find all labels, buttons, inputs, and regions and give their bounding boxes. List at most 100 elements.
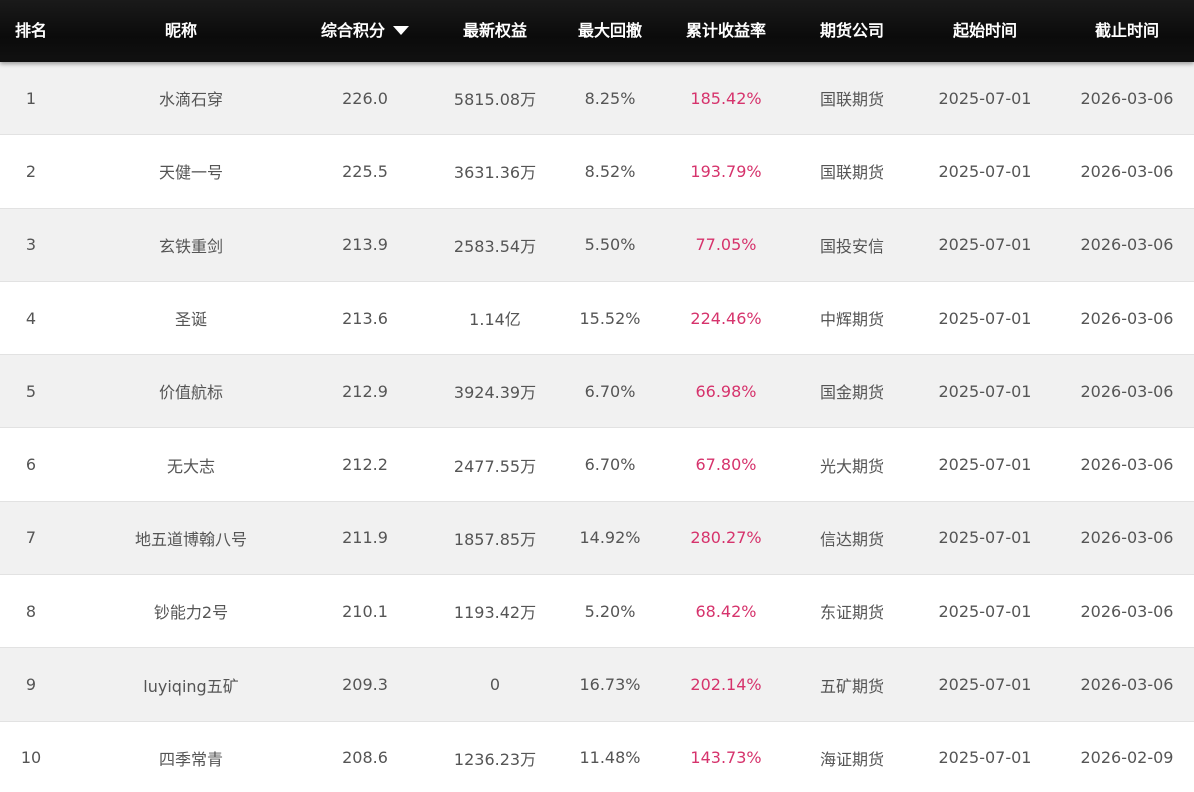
cell-end-date: 2026-03-06 xyxy=(1080,601,1174,621)
cell-end-date: 2026-03-06 xyxy=(1080,88,1174,108)
table-body: 1 水滴石穿 226.0 5815.08万 8.25% 185.42% 国联期货 2025-0… xyxy=(0,62,1194,792)
cell-start-date: 2025-07-01 xyxy=(938,161,1032,181)
cell-score: 208.6 xyxy=(342,748,388,768)
cell-drawdown: 8.25% xyxy=(584,88,636,108)
table-row[interactable]: 4 圣诞 213.6 1.14亿 15.52% 224.46% 中辉期货 2025-07-01… xyxy=(0,281,1194,356)
header-equity[interactable]: 最新权益 xyxy=(430,0,560,62)
cell-score: 210.1 xyxy=(342,601,388,621)
cell-return: 67.80% xyxy=(695,455,757,475)
cell-drawdown: 8.52% xyxy=(584,161,636,181)
cell-return: 143.73% xyxy=(690,748,762,768)
header-return[interactable]: 累计收益率 xyxy=(666,0,786,62)
table-header: 排名 昵称 综合积分 最新权益 最大回撤 累计收益率 期货公司 起始时间 截止时… xyxy=(0,0,1194,62)
table-row[interactable]: 9 luyiqing五矿 209.3 0 16.73% 202.14% 五矿期货 2025-0… xyxy=(0,648,1194,722)
cell-drawdown: 14.92% xyxy=(579,528,641,548)
cell-nickname[interactable]: luyiqing五矿 xyxy=(82,648,300,720)
cell-equity: 3924.39万 xyxy=(453,383,537,403)
cell-equity: 1236.23万 xyxy=(453,749,537,769)
cell-return: 77.05% xyxy=(695,235,757,255)
cell-end-date: 2026-03-06 xyxy=(1080,528,1174,548)
table-row[interactable]: 1 水滴石穿 226.0 5815.08万 8.25% 185.42% 国联期货 2025-0… xyxy=(0,62,1194,136)
table-row[interactable]: 6 无大志 212.2 2477.55万 6.70% 67.80% 光大期货 2025-07-… xyxy=(0,428,1194,502)
cell-broker: 五矿期货 xyxy=(819,676,884,696)
cell-start-date: 2025-07-01 xyxy=(938,675,1032,695)
cell-start-date: 2025-07-01 xyxy=(938,88,1032,108)
cell-nickname[interactable]: 玄铁重剑 xyxy=(82,209,300,281)
cell-nickname[interactable]: 天健一号 xyxy=(82,135,300,207)
cell-broker: 国联期货 xyxy=(819,90,884,110)
cell-rank: 1 xyxy=(25,88,37,108)
ranking-table: 排名 昵称 综合积分 最新权益 最大回撤 累计收益率 期货公司 起始时间 截止时… xyxy=(0,0,1194,792)
cell-drawdown: 11.48% xyxy=(579,748,641,768)
cell-start-date: 2025-07-01 xyxy=(938,235,1032,255)
cell-nickname[interactable]: 地五道博翰八号 xyxy=(82,502,300,574)
cell-end-date: 2026-03-06 xyxy=(1080,308,1174,328)
cell-return: 202.14% xyxy=(690,675,762,695)
cell-nickname[interactable]: 无大志 xyxy=(82,428,300,500)
cell-score: 211.9 xyxy=(342,528,388,548)
cell-drawdown: 5.50% xyxy=(584,235,636,255)
cell-score: 213.9 xyxy=(342,235,388,255)
cell-start-date: 2025-07-01 xyxy=(938,601,1032,621)
cell-equity: 1857.85万 xyxy=(453,529,537,549)
cell-nickname[interactable]: 水滴石穿 xyxy=(82,62,300,134)
cell-score: 213.6 xyxy=(342,308,388,328)
cell-nickname[interactable]: 四季常青 xyxy=(82,722,300,792)
cell-equity: 2583.54万 xyxy=(453,236,537,256)
header-start-date[interactable]: 起始时间 xyxy=(920,0,1050,62)
cell-drawdown: 15.52% xyxy=(579,308,641,328)
cell-nickname[interactable]: 钞能力2号 xyxy=(82,575,300,647)
cell-equity: 2477.55万 xyxy=(453,456,537,476)
sort-descending-icon[interactable] xyxy=(393,26,409,35)
cell-broker: 光大期货 xyxy=(819,456,884,476)
cell-end-date: 2026-03-06 xyxy=(1080,381,1174,401)
cell-end-date: 2026-03-06 xyxy=(1080,235,1174,255)
cell-drawdown: 6.70% xyxy=(584,381,636,401)
cell-return: 68.42% xyxy=(695,601,757,621)
table-row[interactable]: 2 天健一号 225.5 3631.36万 8.52% 193.79% 国联期货 2025-0… xyxy=(0,135,1194,209)
cell-broker: 信达期货 xyxy=(819,529,884,549)
cell-return: 193.79% xyxy=(690,161,762,181)
cell-start-date: 2025-07-01 xyxy=(938,528,1032,548)
cell-return: 224.46% xyxy=(690,308,762,328)
cell-end-date: 2026-03-06 xyxy=(1080,675,1174,695)
cell-broker: 国投安信 xyxy=(819,236,884,256)
header-score-sorted[interactable]: 综合积分 xyxy=(300,0,430,62)
cell-rank: 8 xyxy=(25,601,37,621)
header-rank[interactable]: 排名 xyxy=(0,0,62,62)
cell-score: 226.0 xyxy=(342,88,388,108)
cell-equity: 1193.42万 xyxy=(453,603,537,623)
cell-broker: 海证期货 xyxy=(819,749,884,769)
header-end-date[interactable]: 截止时间 xyxy=(1060,0,1194,62)
cell-rank: 7 xyxy=(25,528,37,548)
table-row[interactable]: 7 地五道博翰八号 211.9 1857.85万 14.92% 280.27% 信达期货 20… xyxy=(0,501,1194,576)
cell-nickname[interactable]: 价值航标 xyxy=(82,355,300,427)
cell-end-date: 2026-03-06 xyxy=(1080,455,1174,475)
header-nickname[interactable]: 昵称 xyxy=(82,0,280,62)
table-row[interactable]: 8 钞能力2号 210.1 1193.42万 5.20% 68.42% 东证期货 2025-0… xyxy=(0,575,1194,649)
cell-broker: 中辉期货 xyxy=(819,310,884,330)
cell-rank: 5 xyxy=(25,381,37,401)
cell-score: 212.2 xyxy=(342,455,388,475)
cell-end-date: 2026-02-09 xyxy=(1080,748,1174,768)
cell-broker: 国金期货 xyxy=(819,383,884,403)
cell-end-date: 2026-03-06 xyxy=(1080,161,1174,181)
table-row[interactable]: 5 价值航标 212.9 3924.39万 6.70% 66.98% 国金期货 2025-07… xyxy=(0,355,1194,429)
table-row[interactable]: 3 玄铁重剑 213.9 2583.54万 5.50% 77.05% 国投安信 2025-07… xyxy=(0,208,1194,282)
cell-equity: 5815.08万 xyxy=(453,90,537,110)
cell-start-date: 2025-07-01 xyxy=(938,381,1032,401)
cell-rank: 10 xyxy=(20,748,42,768)
cell-start-date: 2025-07-01 xyxy=(938,748,1032,768)
header-broker[interactable]: 期货公司 xyxy=(790,0,914,62)
cell-equity: 3631.36万 xyxy=(453,163,537,183)
cell-broker: 国联期货 xyxy=(819,163,884,183)
cell-score: 209.3 xyxy=(342,675,388,695)
cell-equity: 1.14亿 xyxy=(469,310,521,330)
table-row[interactable]: 10 四季常青 208.6 1236.23万 11.48% 143.73% 海证期货 2025… xyxy=(0,721,1194,792)
cell-return: 280.27% xyxy=(690,528,762,548)
cell-rank: 9 xyxy=(25,675,37,695)
cell-nickname[interactable]: 圣诞 xyxy=(82,282,300,354)
header-drawdown[interactable]: 最大回撤 xyxy=(560,0,660,62)
cell-score: 212.9 xyxy=(342,381,388,401)
cell-rank: 2 xyxy=(25,161,37,181)
